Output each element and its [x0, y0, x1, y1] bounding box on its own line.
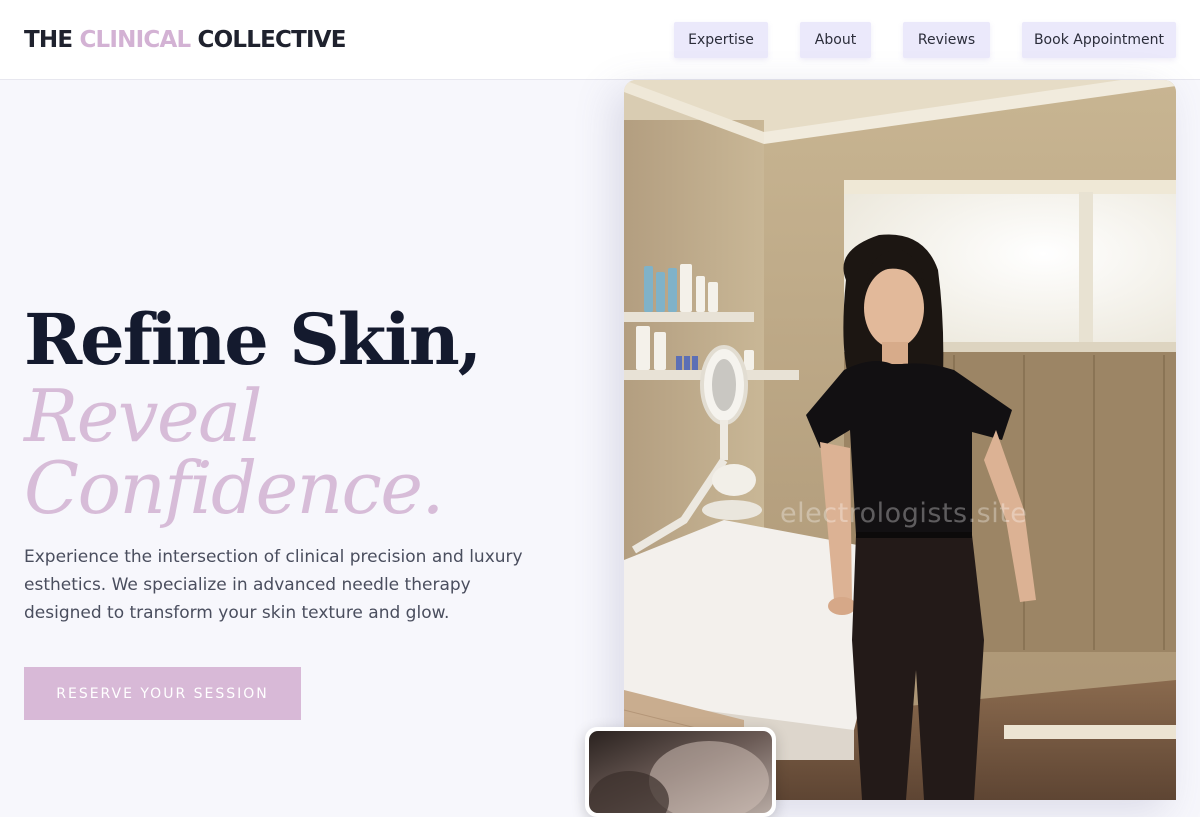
brand-word-clinical: CLINICAL [79, 27, 191, 53]
nav-about-button[interactable]: About [800, 22, 871, 58]
watermark-text: electrologists.site [780, 498, 1028, 529]
hero-heading-line1: Refine Skin, [24, 298, 482, 381]
reserve-session-button[interactable]: RESERVE YOUR SESSION [24, 667, 301, 720]
brand-word-the: THE [24, 27, 73, 53]
nav-reviews-button[interactable]: Reviews [903, 22, 990, 58]
thumbnail-illustration [589, 731, 772, 813]
hero-description: Experience the intersection of clinical … [24, 547, 523, 623]
brand-word-collective: COLLECTIVE [197, 27, 347, 53]
treatment-closeup-photo [589, 731, 772, 813]
hero-heading-line2: Reveal [24, 374, 263, 458]
site-header: THE CLINICAL COLLECTIVE Expertise About … [0, 0, 1200, 80]
portrait-illustration [624, 80, 1176, 800]
book-appointment-button[interactable]: Book Appointment [1022, 22, 1176, 58]
brand-logo[interactable]: THE CLINICAL COLLECTIVE [24, 27, 346, 53]
esthetician-portrait-photo [624, 80, 1176, 800]
hero-heading: Refine Skin, Reveal Confidence. [24, 298, 584, 530]
treatment-thumbnail-card[interactable] [585, 727, 776, 817]
hero-heading-line3: Confidence. [24, 446, 444, 530]
nav-expertise-button[interactable]: Expertise [674, 22, 768, 58]
